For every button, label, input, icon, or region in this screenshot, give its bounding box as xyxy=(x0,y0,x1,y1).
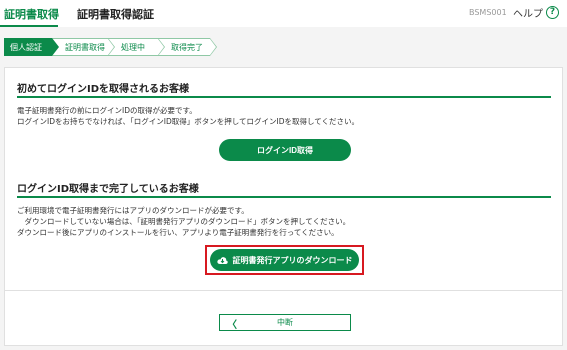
step-label: 証明書取得 xyxy=(65,42,105,52)
download-app-label: 証明書発行アプリのダウンロード xyxy=(232,255,353,265)
help-link[interactable]: ヘルプ ? xyxy=(513,5,559,20)
screen-id: BSMS001 xyxy=(469,8,507,17)
download-app-button[interactable]: 証明書発行アプリのダウンロード xyxy=(210,249,359,271)
cancel-label: 中断 xyxy=(277,318,293,327)
help-icon: ? xyxy=(546,6,559,19)
section1-text: 電子証明書発行の前にログインIDの取得が必要です。 ログインIDをお持ちでなけれ… xyxy=(17,106,360,126)
step-certificate-acquire: 証明書取得 xyxy=(52,38,115,56)
cloud-download-icon xyxy=(216,256,228,264)
section1-rule xyxy=(17,96,551,98)
step-label: 処理中 xyxy=(121,42,145,52)
step-personal-auth: 個人認証 xyxy=(4,38,59,56)
step-label: 個人認証 xyxy=(10,42,42,52)
app-title-underline xyxy=(0,25,58,27)
section2-title: ログインID取得まで完了しているお客様 xyxy=(17,184,199,195)
step-indicator: 個人認証 証明書取得 処理中 取得完了 xyxy=(4,38,217,56)
step-label: 取得完了 xyxy=(171,42,203,52)
cancel-button[interactable]: 〈 中断 xyxy=(219,314,351,331)
step-complete: 取得完了 xyxy=(158,38,217,56)
app-title: 証明書取得 xyxy=(4,8,59,21)
section2-text: ご利用環境で電子証明書発行にはアプリのダウンロードが必要です。 ダウンロードして… xyxy=(17,206,351,237)
footer-divider xyxy=(5,290,562,291)
main-card: 初めてログインIDを取得されるお客様 電子証明書発行の前にログインIDの取得が必… xyxy=(4,67,563,346)
login-id-acquire-label: ログインID取得 xyxy=(257,145,313,155)
section1-title: 初めてログインIDを取得されるお客様 xyxy=(17,84,190,95)
page-title: 証明書取得認証 xyxy=(77,8,154,21)
step-processing: 処理中 xyxy=(108,38,165,56)
app-header: 証明書取得 証明書取得認証 BSMS001 ヘルプ ? xyxy=(0,0,567,27)
help-label: ヘルプ xyxy=(513,9,543,20)
login-id-acquire-button[interactable]: ログインID取得 xyxy=(219,139,351,161)
section2-rule xyxy=(17,196,551,198)
chevron-left-icon: 〈 xyxy=(227,320,237,331)
